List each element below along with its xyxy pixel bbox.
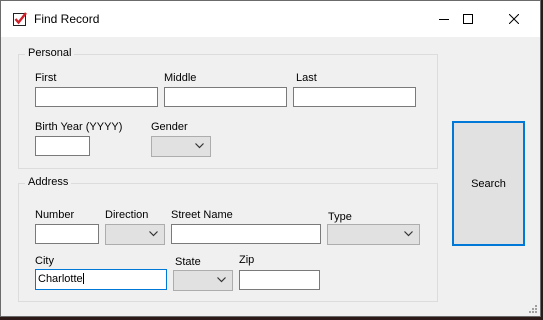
street-name-input[interactable] (171, 224, 321, 244)
city-input[interactable]: Charlotte (35, 269, 167, 290)
text-caret (82, 273, 84, 284)
search-button[interactable]: Search (452, 121, 525, 246)
direction-label: Direction (105, 209, 149, 221)
checkbox-check-icon (13, 12, 27, 26)
title-bar[interactable]: Find Record (1, 1, 540, 37)
direction-select[interactable] (105, 224, 165, 245)
chevron-down-icon (149, 231, 158, 237)
city-label: City (35, 255, 54, 267)
number-label: Number (35, 209, 75, 221)
birth-year-label: Birth Year (YYYY) (35, 121, 123, 133)
gender-label: Gender (151, 121, 188, 133)
chevron-down-icon (195, 143, 204, 149)
state-select[interactable] (173, 270, 233, 291)
find-record-window: Find Record Personal First Middle Last B… (0, 0, 541, 317)
middle-name-input[interactable] (164, 87, 287, 107)
chevron-down-icon (217, 277, 226, 283)
personal-group-label: Personal (25, 47, 75, 59)
search-button-label: Search (471, 177, 506, 190)
zip-label: Zip (239, 254, 255, 266)
window-title: Find Record (34, 12, 100, 26)
address-group-label: Address (25, 176, 72, 188)
city-input-value: Charlotte (38, 273, 83, 285)
state-label: State (175, 256, 201, 268)
birth-year-input[interactable] (35, 136, 90, 156)
close-button[interactable] (491, 1, 537, 37)
resize-grip-icon[interactable] (528, 304, 538, 314)
street-name-label: Street Name (171, 209, 233, 221)
first-name-input[interactable] (35, 87, 158, 107)
last-name-input[interactable] (293, 87, 416, 107)
middle-name-label: Middle (164, 72, 197, 84)
maximize-button[interactable] (445, 1, 491, 37)
gender-select[interactable] (151, 136, 211, 157)
maximize-icon (463, 14, 473, 24)
number-input[interactable] (35, 224, 99, 244)
type-label: Type (328, 211, 352, 223)
last-name-label: Last (296, 72, 317, 84)
chevron-down-icon (404, 231, 413, 237)
zip-input[interactable] (239, 270, 320, 290)
type-select[interactable] (327, 224, 420, 245)
close-icon (509, 14, 519, 24)
first-name-label: First (35, 72, 57, 84)
